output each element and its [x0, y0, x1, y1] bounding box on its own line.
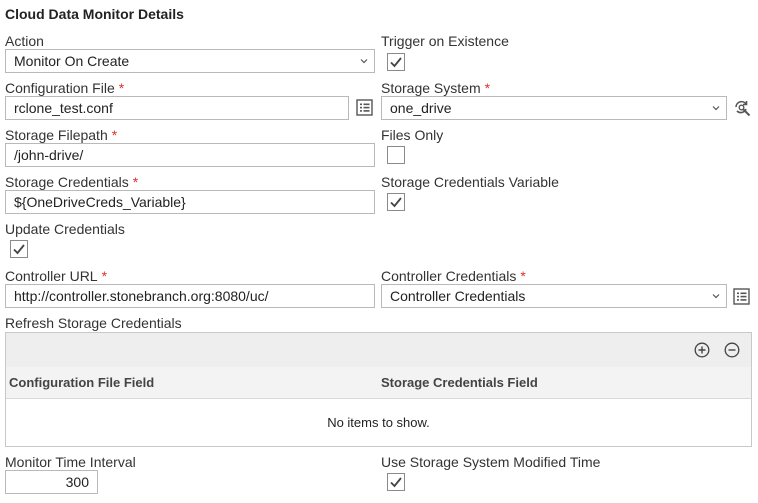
storage-system-value: one_drive: [390, 100, 452, 116]
chevron-down-icon: [712, 294, 720, 299]
controller-credentials-label: Controller Credentials *: [381, 268, 526, 284]
update-credentials-checkbox[interactable]: [10, 240, 28, 258]
action-value: Monitor On Create: [14, 53, 130, 69]
monitor-time-interval-field[interactable]: 300: [5, 470, 98, 494]
checkmark-icon: [390, 197, 402, 208]
update-credentials-label: Update Credentials: [5, 221, 125, 237]
storage-system-select[interactable]: one_drive: [381, 96, 727, 120]
files-only-checkbox[interactable]: [387, 146, 405, 164]
refresh-storage-credentials-label: Refresh Storage Credentials: [5, 315, 182, 331]
controller-url-field[interactable]: http://controller.stonebranch.org:8080/u…: [5, 284, 375, 308]
monitor-time-interval-label: Monitor Time Interval: [5, 454, 136, 470]
column-header-configuration-file-field[interactable]: Configuration File Field: [9, 375, 154, 390]
grid-header: Configuration File Field Storage Credent…: [6, 367, 751, 399]
chevron-down-icon: [360, 59, 368, 64]
action-label: Action: [5, 33, 44, 49]
configuration-file-label: Configuration File *: [5, 80, 125, 96]
action-select[interactable]: Monitor On Create: [5, 49, 375, 73]
use-storage-system-modified-time-checkbox[interactable]: [387, 473, 405, 491]
storage-system-label: Storage System *: [381, 80, 491, 96]
plus-circle-icon: [694, 342, 710, 358]
section-title: Cloud Data Monitor Details: [5, 6, 184, 22]
storage-credentials-label: Storage Credentials *: [5, 174, 139, 190]
chevron-down-icon: [712, 106, 720, 111]
refresh-storage-credentials-grid: Configuration File Field Storage Credent…: [5, 332, 752, 447]
checkmark-icon: [390, 477, 402, 488]
files-only-label: Files Only: [381, 127, 444, 143]
storage-filepath-label: Storage Filepath *: [5, 127, 118, 143]
configuration-file-details-button[interactable]: [356, 99, 373, 116]
list-details-icon: [356, 99, 373, 116]
controller-url-label: Controller URL *: [5, 268, 108, 284]
checkmark-icon: [13, 244, 25, 255]
storage-credentials-variable-label: Storage Credentials Variable: [381, 174, 559, 190]
controller-credentials-details-button[interactable]: [733, 288, 750, 305]
refresh-search-icon: [735, 100, 751, 117]
list-details-icon: [733, 288, 750, 305]
storage-filepath-field[interactable]: /john-drive/: [5, 143, 375, 167]
empty-grid-message: No items to show.: [327, 415, 430, 430]
grid-toolbar: [6, 333, 751, 368]
refresh-storage-system-button[interactable]: [733, 99, 751, 117]
storage-credentials-variable-checkbox[interactable]: [387, 193, 405, 211]
column-header-storage-credentials-field[interactable]: Storage Credentials Field: [381, 375, 538, 390]
controller-credentials-value: Controller Credentials: [390, 288, 526, 304]
controller-credentials-select[interactable]: Controller Credentials: [381, 284, 727, 308]
add-row-button[interactable]: [694, 342, 710, 358]
trigger-on-existence-checkbox[interactable]: [387, 53, 405, 71]
remove-row-button[interactable]: [724, 342, 740, 358]
minus-circle-icon: [724, 342, 740, 358]
configuration-file-field[interactable]: rclone_test.conf: [5, 96, 349, 120]
checkmark-icon: [390, 57, 402, 68]
use-storage-system-modified-time-label: Use Storage System Modified Time: [381, 454, 601, 470]
trigger-on-existence-label: Trigger on Existence: [381, 33, 509, 49]
storage-credentials-field[interactable]: ${OneDriveCreds_Variable}: [5, 190, 375, 214]
